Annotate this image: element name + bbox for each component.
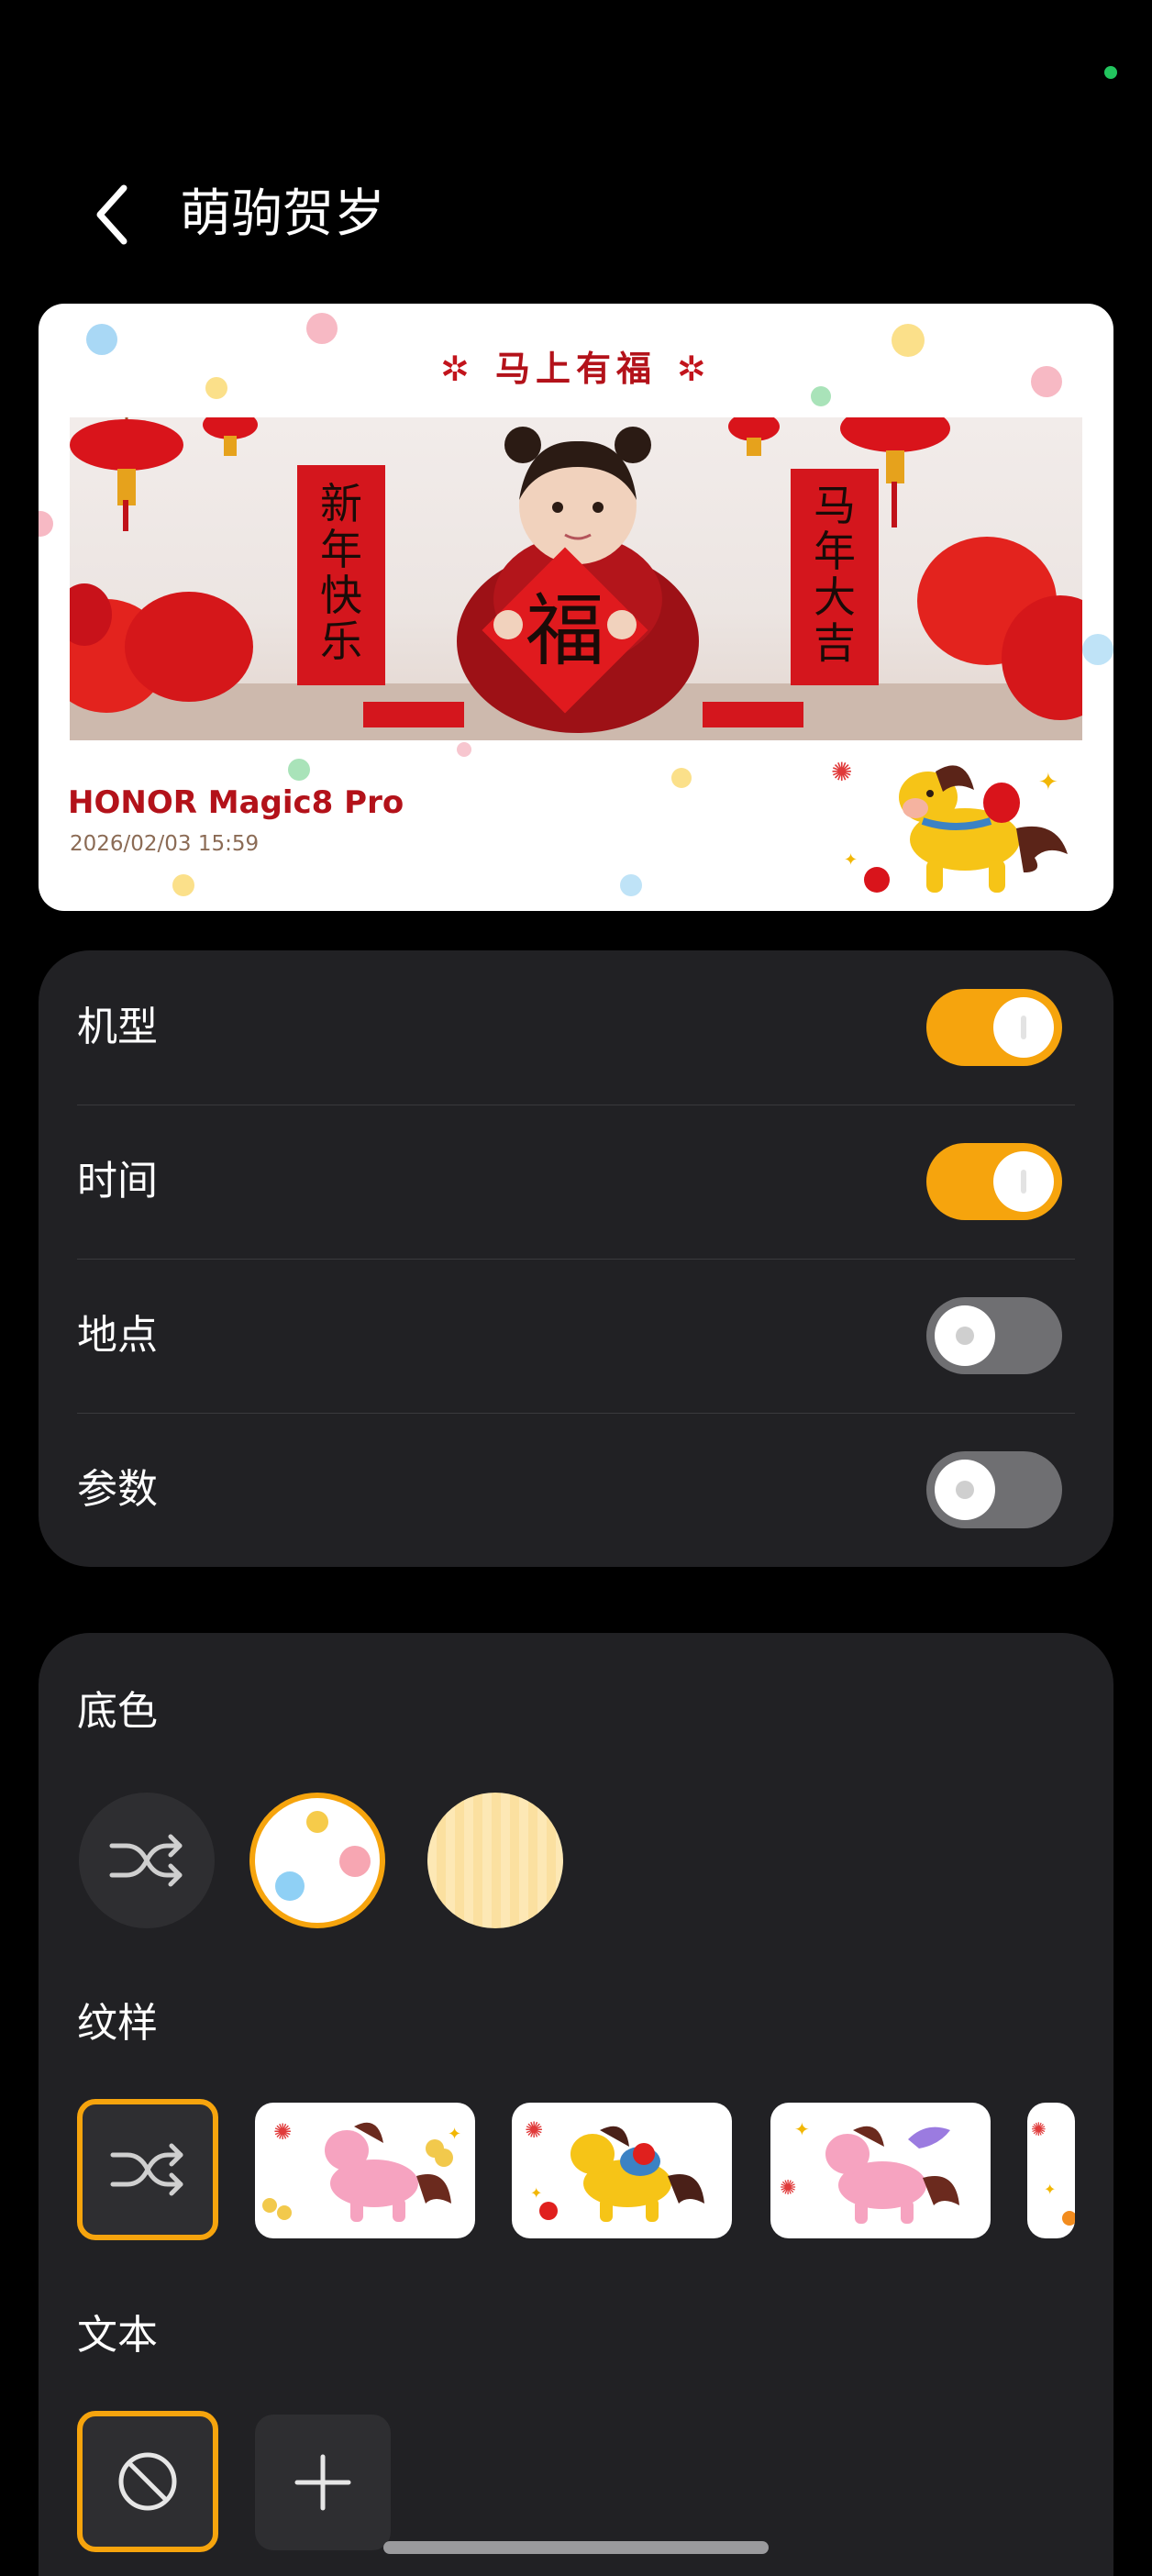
add-text-button[interactable]: [255, 2415, 391, 2550]
toggle-label: 时间: [77, 1158, 158, 1205]
switch-knob: [935, 1460, 995, 1520]
preview-card: ✲ 马上有福 ✲ 新 年 快 乐 马 年 大 吉 福 HONOR Magic8 …: [39, 304, 1113, 911]
toggle-row-location: 地点: [77, 1259, 1075, 1413]
pattern-tile-partial[interactable]: ✺ ✦: [1027, 2103, 1075, 2238]
back-button[interactable]: [75, 178, 149, 251]
switch-knob: [935, 1305, 995, 1366]
random-pattern-tile[interactable]: [77, 2099, 218, 2240]
confetti-dot: [1082, 634, 1113, 665]
status-indicator-dot: [1104, 66, 1117, 79]
svg-text:✦: ✦: [530, 2184, 542, 2202]
pattern-tile-pink-horse-coins[interactable]: ✺ ✦: [255, 2103, 475, 2238]
confetti-dot: [172, 874, 194, 896]
svg-text:✺: ✺: [525, 2117, 543, 2143]
confetti-dot: [457, 742, 471, 757]
svg-text:✦: ✦: [794, 2118, 810, 2140]
fu-character: 福: [526, 585, 604, 677]
confetti-dot: [620, 874, 642, 896]
toggle-label: 地点: [77, 1312, 158, 1359]
preview-photo: 新 年 快 乐 马 年 大 吉 福: [70, 417, 1082, 740]
model-toggle-switch[interactable]: [926, 989, 1062, 1066]
toggle-label: 机型: [77, 1004, 158, 1050]
svg-text:✦: ✦: [448, 2125, 461, 2144]
confetti-dot: [671, 768, 692, 788]
pattern-tile-pink-horse-bird[interactable]: ✦ ✺: [770, 2103, 991, 2238]
style-options-card: 底色 纹样 ✺ ✦ ✺ ✦ ✦ ✺ ✺ ✦ 文本: [39, 1633, 1113, 2576]
toggle-row-time: 时间: [77, 1105, 1075, 1259]
svg-text:✦: ✦: [1038, 769, 1058, 796]
no-text-option[interactable]: [77, 2411, 218, 2552]
scroll-text-left: 新: [320, 479, 362, 528]
photo-scene: 新 年 快 乐 马 年 大 吉 福: [70, 417, 1082, 740]
toggle-row-model: 机型: [77, 950, 1075, 1105]
svg-text:✺: ✺: [1031, 2118, 1047, 2140]
info-toggles-card: 机型 时间 地点 参数: [39, 950, 1113, 1567]
cream-stripes-swatch[interactable]: [427, 1793, 563, 1928]
svg-text:乐: 乐: [320, 616, 362, 666]
timestamp-label: 2026/02/03 15:59: [70, 832, 260, 856]
random-background-swatch[interactable]: [79, 1793, 215, 1928]
header: 萌驹贺岁: [0, 165, 1152, 266]
background-color-label: 底色: [77, 1688, 158, 1735]
prohibit-icon: [118, 2452, 177, 2511]
horse-mascot-icon: ✺ ✦ ✦: [831, 757, 1068, 893]
screen: 萌驹贺岁 ✲ 马上有福 ✲ 新 年 快 乐 马 年 大 吉 福 HONOR Ma…: [0, 0, 1152, 2576]
yellow-horse-icon: ✺ ✦: [525, 2117, 704, 2222]
scroll-text-right: 马: [814, 481, 856, 530]
time-toggle-switch[interactable]: [926, 1143, 1062, 1220]
svg-text:✦: ✦: [1044, 2181, 1056, 2198]
shuffle-icon: [109, 1834, 183, 1887]
svg-text:✺: ✺: [831, 757, 852, 787]
svg-text:年: 年: [320, 525, 362, 574]
pattern-preview-icon: ✺ ✦: [1031, 2118, 1075, 2226]
svg-text:✦: ✦: [844, 850, 858, 870]
svg-text:年: 年: [814, 527, 856, 576]
chevron-left-icon: [96, 184, 127, 245]
switch-knob: [993, 997, 1054, 1058]
sparkle-icon: ✲: [677, 349, 712, 389]
device-name-label: HONOR Magic8 Pro: [68, 784, 404, 821]
sparkle-icon: ✲: [440, 349, 475, 389]
banner-title: ✲ 马上有福 ✲: [39, 340, 1113, 391]
switch-knob: [993, 1151, 1054, 1212]
confetti-dot: [306, 313, 338, 344]
svg-text:大: 大: [814, 572, 856, 622]
toggle-label: 参数: [77, 1466, 158, 1513]
location-toggle-switch[interactable]: [926, 1297, 1062, 1374]
svg-text:✺: ✺: [780, 2177, 796, 2200]
svg-text:吉: 吉: [814, 618, 856, 668]
pattern-label: 纹样: [77, 2000, 158, 2047]
plus-icon: [294, 2454, 351, 2511]
banner-title-text: 马上有福: [494, 349, 657, 389]
svg-text:快: 快: [320, 571, 362, 620]
pink-horse-bird-icon: ✦ ✺: [780, 2118, 959, 2224]
confetti-dots-swatch[interactable]: [249, 1793, 385, 1928]
page-title: 萌驹贺岁: [180, 184, 385, 244]
confetti-dot: [288, 759, 310, 781]
svg-text:✺: ✺: [273, 2119, 292, 2145]
pattern-tile-yellow-horse[interactable]: ✺ ✦: [512, 2103, 732, 2238]
pink-horse-icon: ✺ ✦: [262, 2119, 461, 2222]
home-indicator[interactable]: [383, 2541, 769, 2554]
params-toggle-switch[interactable]: [926, 1451, 1062, 1528]
text-label: 文本: [77, 2312, 158, 2359]
toggle-row-params: 参数: [77, 1413, 1075, 1567]
confetti-dot: [39, 511, 53, 537]
shuffle-icon: [110, 2143, 183, 2196]
